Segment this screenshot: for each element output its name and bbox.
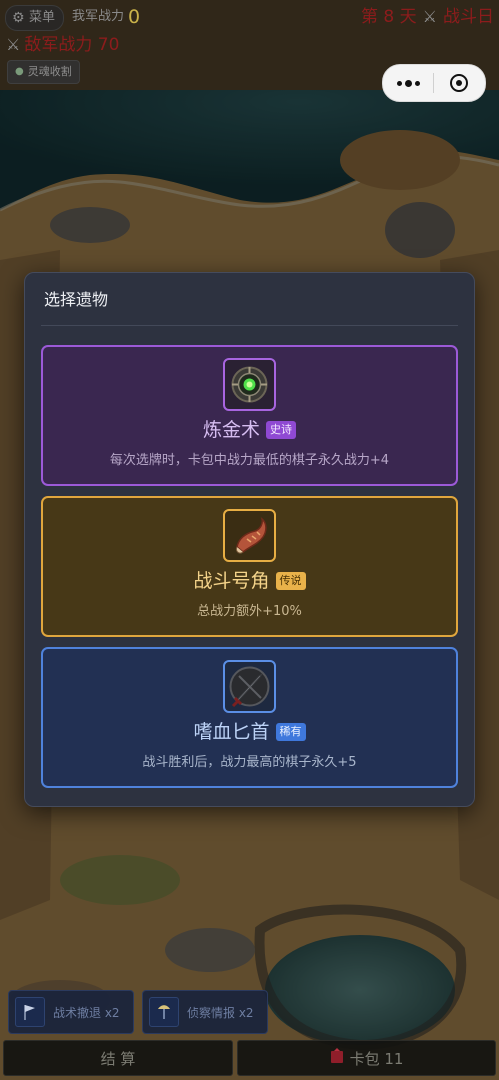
settle-button[interactable]: 结 算 [3, 1040, 233, 1076]
skill-scout-intel[interactable]: 侦察情报 x2 [142, 990, 268, 1034]
war-horn-icon [223, 509, 276, 562]
rarity-badge: 史诗 [266, 421, 296, 439]
mini-program-capsule [382, 64, 486, 102]
soul-label: 灵魂收割 [27, 65, 72, 78]
relic-description: 每次选牌时，卡包中战力最低的棋子永久战力+4 [109, 453, 390, 468]
card-pack-icon [330, 1048, 344, 1068]
relic-description: 总战力额外+10% [197, 604, 302, 619]
modal-title: 选择遗物 [44, 290, 109, 309]
enemy-power-label: 敌军战力 70 [24, 35, 120, 55]
skill-label: 侦察情报 x2 [187, 1005, 254, 1020]
menu-label: 菜单 [29, 10, 56, 25]
modal-divider [41, 325, 458, 326]
our-power-label: 我军战力 [72, 9, 125, 24]
skill-tactical-retreat[interactable]: 战术撤退 x2 [8, 990, 134, 1034]
menu-button[interactable]: ⚙ 菜单 [5, 5, 65, 31]
card-pack-button[interactable]: 卡包 11 [237, 1040, 496, 1076]
more-dot-icon [404, 79, 412, 87]
more-dot-icon [414, 80, 420, 86]
bloodthirst-dagger-icon [223, 660, 276, 713]
phase-label: 战斗日 [443, 7, 494, 27]
relic-description: 战斗胜利后，战力最高的棋子永久+5 [142, 755, 357, 770]
day-label: 第 8 天 [361, 7, 417, 27]
relic-card-alchemy[interactable]: 炼金术 史诗 每次选牌时，卡包中战力最低的棋子永久战力+4 [41, 345, 458, 486]
crossed-swords-icon: ⚔ [422, 7, 437, 26]
our-power-value: 0 [128, 6, 141, 28]
gear-icon: ⚙ [12, 10, 25, 26]
alchemy-orb-icon [223, 358, 276, 411]
skill-label: 战术撤退 x2 [53, 1005, 120, 1020]
soul-icon: ● [15, 66, 24, 77]
card-pack-label: 卡包 11 [349, 1049, 404, 1068]
our-power: 我军战力 0 [72, 6, 140, 28]
more-dot-icon [396, 80, 402, 86]
settle-label: 结 算 [100, 1049, 136, 1068]
soul-harvest-chip[interactable]: ● 灵魂收割 [7, 60, 80, 84]
relic-card-war-horn[interactable]: 战斗号角 传说 总战力额外+10% [41, 496, 458, 637]
scout-icon [149, 997, 179, 1027]
enemy-power: ⚔ 敌军战力 70 [6, 34, 119, 56]
day-indicator: 第 8 天 ⚔ 战斗日 [361, 6, 494, 28]
relic-card-bloodthirst-dagger[interactable]: 嗜血匕首 稀有 战斗胜利后，战力最高的棋子永久+5 [41, 647, 458, 788]
target-icon [450, 74, 468, 92]
close-button[interactable] [434, 74, 484, 92]
relic-name: 战斗号角 [193, 570, 270, 592]
relic-name: 嗜血匕首 [193, 721, 270, 743]
rarity-badge: 传说 [275, 572, 306, 590]
flag-icon [15, 997, 45, 1027]
rarity-badge: 稀有 [275, 723, 306, 741]
relic-name: 炼金术 [202, 419, 260, 441]
more-button[interactable] [383, 79, 433, 87]
crossed-swords-icon: ⚔ [6, 35, 21, 54]
relic-selection-modal: 选择遗物 炼金术 史诗 每次选牌时，卡包中战力最低的棋子永久战力+4 战斗号角 … [24, 272, 475, 807]
